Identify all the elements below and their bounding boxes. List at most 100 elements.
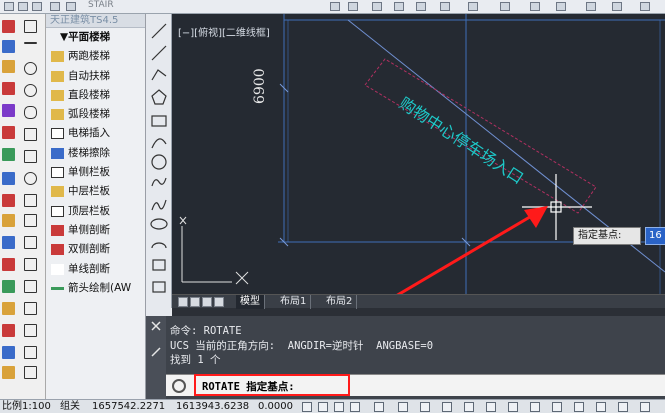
tool-icon[interactable] (24, 214, 37, 227)
tool-icon[interactable] (2, 194, 15, 207)
ribbon-button-icon[interactable] (66, 2, 76, 11)
menu-item-top-rail[interactable]: 顶层栏板 (46, 202, 145, 221)
tool-icon[interactable] (24, 194, 37, 207)
ellipse-tool-icon[interactable] (24, 106, 37, 119)
menu-section-stair[interactable]: ▼平面楼梯 (46, 28, 145, 47)
tab-first-icon[interactable] (178, 297, 188, 307)
circle-tool-icon[interactable] (24, 62, 37, 75)
fullscreen-icon[interactable] (640, 402, 650, 412)
scale-indicator[interactable]: 比例1:100 (2, 400, 51, 413)
ribbon-button-icon[interactable] (530, 2, 540, 11)
menu-item-middle-rail[interactable]: 中层栏板 (46, 182, 145, 201)
menu-item-straight-stair[interactable]: 直段楼梯 (46, 86, 145, 105)
ribbon-button-icon[interactable] (4, 2, 14, 11)
menu-item-stair-erase[interactable]: 楼梯擦除 (46, 144, 145, 163)
tool-icon[interactable] (2, 20, 15, 33)
ribbon-button-icon[interactable] (416, 2, 426, 11)
ducs-icon[interactable] (420, 402, 430, 412)
tool-icon[interactable] (24, 258, 37, 271)
tool-icon[interactable] (2, 104, 15, 117)
menu-item-double-run-stair[interactable]: 两跑楼梯 (46, 47, 145, 66)
ribbon-button-icon[interactable] (468, 2, 478, 11)
ribbon-button-icon[interactable] (612, 2, 622, 11)
ribbon-button-icon[interactable] (440, 2, 450, 11)
tool-icon[interactable] (2, 172, 15, 185)
ribbon-button-icon[interactable] (348, 2, 358, 11)
tool-icon[interactable] (24, 280, 37, 293)
polar-icon[interactable] (350, 402, 360, 412)
tool-icon[interactable] (24, 236, 37, 249)
settings-icon[interactable] (618, 402, 628, 412)
tool-icon[interactable] (2, 302, 15, 315)
drawing-viewport[interactable]: 购物中心停车场入口 6900 [−][俯视][二维线框] 指定基点: 16 (172, 14, 665, 294)
tool-icon[interactable] (2, 280, 15, 293)
circle-tool-icon[interactable] (24, 84, 37, 97)
menu-item-double-break[interactable]: 双侧剖断 (46, 240, 145, 259)
add-icon[interactable] (596, 402, 606, 412)
tool-icon[interactable] (2, 82, 15, 95)
ribbon-button-icon[interactable] (32, 2, 42, 11)
ribbon-button-icon[interactable] (50, 2, 60, 11)
circle-tool-icon[interactable] (24, 172, 37, 185)
menu-item-single-rail[interactable]: 单侧栏板 (46, 163, 145, 182)
tool-icon[interactable] (2, 148, 15, 161)
line-tool-icon[interactable] (24, 42, 37, 44)
dyn-icon[interactable] (442, 402, 452, 412)
ribbon-button-icon[interactable] (586, 2, 596, 11)
tool-icon[interactable] (2, 324, 15, 337)
menu-item-escalator[interactable]: 自动扶梯 (46, 67, 145, 86)
tool-icon[interactable] (24, 20, 37, 33)
ribbon-button-icon[interactable] (394, 2, 404, 11)
tool-icon[interactable] (2, 60, 15, 73)
tab-next-icon[interactable] (202, 297, 212, 307)
tab-layout1[interactable]: 布局1 (276, 295, 312, 309)
group-indicator[interactable]: 组关 (60, 400, 80, 413)
tab-layout2[interactable]: 布局2 (322, 295, 358, 309)
tool-icon[interactable] (2, 258, 15, 271)
tool-icon[interactable] (2, 40, 15, 53)
ribbon-button-icon[interactable] (18, 2, 28, 11)
grid-icon[interactable] (318, 402, 328, 412)
dynamic-input-field[interactable]: 16 (645, 227, 665, 245)
ribbon-button-icon[interactable] (640, 2, 650, 11)
command-line[interactable]: ROTATE 指定基点: (166, 374, 665, 396)
ribbon-button-icon[interactable] (556, 2, 566, 11)
command-window-handle[interactable] (146, 316, 166, 399)
tab-prev-icon[interactable] (190, 297, 200, 307)
annotation-icon[interactable] (552, 402, 562, 412)
tool-icon[interactable] (2, 214, 15, 227)
tool-icon[interactable] (24, 366, 37, 379)
viewport-label[interactable]: [−][俯视][二维线框] (178, 24, 270, 39)
transparency-icon[interactable] (486, 402, 496, 412)
snap-icon[interactable] (302, 402, 312, 412)
command-recent-icon[interactable] (172, 379, 186, 393)
menu-item-line-break[interactable]: 单线剖断 (46, 260, 145, 279)
menu-item-elevator[interactable]: 电梯插入 (46, 124, 145, 143)
tool-icon[interactable] (2, 236, 15, 249)
tool-icon[interactable] (2, 346, 15, 359)
workspace-icon[interactable] (574, 402, 584, 412)
tab-model[interactable]: 模型 (236, 295, 265, 309)
selection-cycling-icon[interactable] (530, 402, 540, 412)
quick-props-icon[interactable] (508, 402, 518, 412)
ribbon-button-icon[interactable] (500, 2, 510, 11)
ribbon-button-icon[interactable] (330, 2, 340, 11)
osnap-icon[interactable] (374, 402, 384, 412)
menu-item-arrow-draw[interactable]: 箭头绘制(AW (46, 279, 145, 298)
menu-item-arc-stair[interactable]: 弧段楼梯 (46, 105, 145, 124)
tab-last-icon[interactable] (214, 297, 224, 307)
ribbon-button-icon[interactable] (372, 2, 382, 11)
arc-icon (151, 138, 167, 149)
ortho-icon[interactable] (334, 402, 344, 412)
menu-item-single-break[interactable]: 单侧剖断 (46, 221, 145, 240)
rect-tool-icon[interactable] (24, 150, 37, 163)
spline-icon (151, 199, 167, 211)
tool-icon[interactable] (2, 126, 15, 139)
lweight-icon[interactable] (464, 402, 474, 412)
tool-icon[interactable] (24, 302, 37, 315)
tool-icon[interactable] (24, 324, 37, 337)
otrack-icon[interactable] (398, 402, 408, 412)
rect-tool-icon[interactable] (24, 128, 37, 141)
tool-icon[interactable] (2, 366, 15, 379)
tool-icon[interactable] (24, 346, 37, 359)
